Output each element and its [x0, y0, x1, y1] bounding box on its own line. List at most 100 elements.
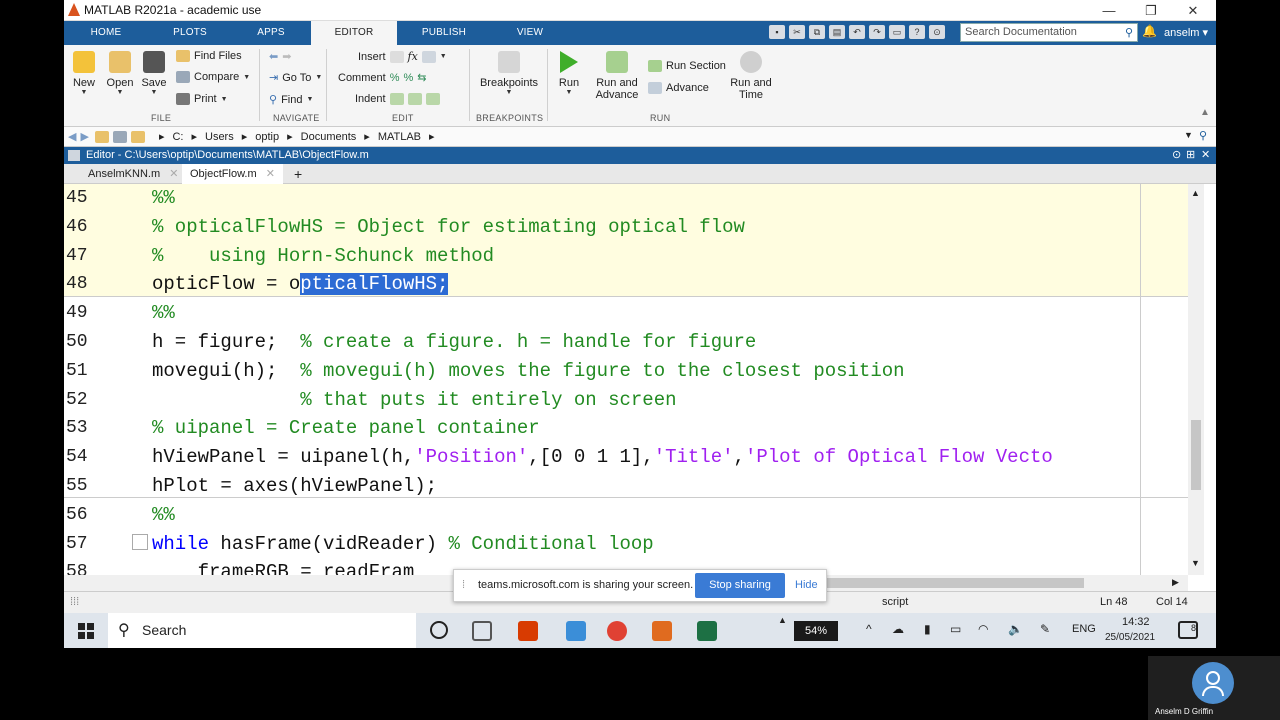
editor-actions-icon[interactable]: ⊙ [1172, 147, 1181, 164]
cut-icon[interactable]: ✂ [789, 25, 805, 39]
forward-arrow-icon[interactable]: ➡ [282, 50, 291, 63]
tab-anselmknn[interactable]: AnselmKNN.m ✕ [80, 164, 186, 184]
insert-more-icon[interactable] [421, 50, 436, 63]
tab-view[interactable]: VIEW [492, 21, 568, 45]
teams-icon[interactable] [566, 621, 586, 641]
maximize-editor-icon[interactable]: ⊞ [1186, 147, 1195, 164]
microphone-icon[interactable]: ▮ [924, 622, 931, 636]
scroll-up-icon[interactable]: ▲ [1191, 188, 1200, 198]
tab-plots[interactable]: PLOTS [152, 21, 228, 45]
chrome-icon[interactable] [607, 621, 627, 641]
save-button[interactable]: Save ▼ [140, 51, 168, 96]
search-folder-icon[interactable]: ⚲ [1199, 129, 1207, 142]
clock-date[interactable]: 25/05/2021 [1105, 632, 1155, 643]
cortana-icon[interactable] [430, 621, 448, 639]
windows-start-icon[interactable] [78, 623, 94, 639]
language-indicator[interactable]: ENG [1072, 623, 1096, 635]
collapse-ribbon-icon[interactable]: ▲ [1200, 107, 1210, 118]
close-tab-icon[interactable]: ✕ [169, 168, 178, 180]
wifi-icon[interactable]: ◠ [978, 622, 988, 636]
insert-button[interactable]: Insert fx ▼ [358, 50, 447, 63]
close-tab-icon[interactable]: ✕ [266, 168, 275, 180]
back-forward-arrows[interactable]: ⬅ ➡ [269, 50, 291, 63]
smart-indent-icon[interactable] [389, 93, 404, 105]
vertical-scrollbar-thumb[interactable] [1191, 420, 1201, 490]
search-icon[interactable]: ⚲ [1125, 25, 1133, 42]
fold-toggle-icon[interactable] [132, 534, 148, 550]
comment-percent-icon[interactable]: % [390, 72, 400, 84]
open-button[interactable]: Open ▼ [106, 51, 134, 96]
path-segment[interactable]: C: [172, 131, 183, 143]
office-icon[interactable] [518, 621, 538, 641]
forward-icon[interactable]: ▶ [80, 130, 88, 143]
tab-home[interactable]: HOME [72, 21, 140, 45]
battery-icon[interactable]: ▭ [950, 622, 961, 636]
switch-windows-icon[interactable]: ▭ [889, 25, 905, 39]
breakpoints-button[interactable]: Breakpoints ▼ [474, 51, 544, 96]
tab-apps[interactable]: APPS [238, 21, 304, 45]
save-icon[interactable]: ▪ [769, 25, 785, 39]
copy-icon[interactable]: ⧉ [809, 25, 825, 39]
run-section-button[interactable]: Run Section [648, 60, 726, 72]
tab-objectflow[interactable]: ObjectFlow.m ✕ [182, 164, 283, 184]
battery-indicator[interactable]: 54% [794, 621, 838, 641]
compare-button[interactable]: Compare ▼ [176, 71, 250, 83]
path-segment[interactable]: optip [255, 131, 279, 143]
run-button[interactable]: Run ▼ [552, 51, 586, 96]
pen-icon[interactable]: ✎ [1040, 622, 1050, 636]
drag-handle-icon[interactable]: ⁞ [462, 579, 465, 591]
onedrive-icon[interactable]: ☁ [892, 622, 904, 636]
paste-icon[interactable]: ▤ [829, 25, 845, 39]
find-button[interactable]: ⚲ Find ▼ [269, 93, 313, 107]
undo-icon[interactable]: ↶ [849, 25, 865, 39]
excel-icon[interactable] [697, 621, 717, 641]
scroll-down-icon[interactable]: ▼ [1191, 558, 1200, 568]
notification-center-icon[interactable]: 8 [1178, 621, 1198, 639]
increase-indent-icon[interactable] [407, 93, 422, 105]
run-and-advance-button[interactable]: Run and Advance [592, 51, 642, 101]
tab-publish[interactable]: PUBLISH [406, 21, 482, 45]
stop-sharing-button[interactable]: Stop sharing [695, 573, 785, 598]
uncomment-icon[interactable]: % [403, 72, 413, 84]
insert-section-icon[interactable] [389, 50, 404, 63]
volume-icon[interactable]: 🔈 [1008, 622, 1023, 636]
restore-button[interactable]: ❐ [1130, 0, 1172, 21]
back-icon[interactable]: ◀ [68, 130, 76, 143]
path-segment[interactable]: Documents [301, 131, 357, 143]
minimize-button[interactable]: — [1088, 0, 1130, 21]
user-account-menu[interactable]: anselm ▾ [1164, 21, 1208, 45]
code-editor[interactable]: 45%% 46 % opticalFlowHS = Object for estim… [64, 184, 1188, 575]
new-tab-plus-icon[interactable]: + [286, 164, 310, 184]
clock-time[interactable]: 14:32 [1122, 616, 1150, 628]
tray-expand-icon[interactable]: ^ [866, 622, 872, 636]
task-view-icon[interactable] [472, 621, 492, 641]
comment-button[interactable]: Comment%% ⇆ [338, 71, 426, 85]
print-button[interactable]: Print ▼ [176, 93, 228, 105]
scroll-right-icon[interactable]: ▶ [1172, 577, 1179, 588]
find-files-button[interactable]: Find Files [176, 50, 242, 62]
function-fx-icon[interactable]: fx [408, 50, 418, 63]
show-hidden-up-icon[interactable]: ▲ [778, 615, 787, 625]
settings-icon[interactable]: ⊙ [929, 25, 945, 39]
path-segment[interactable]: MATLAB [378, 131, 421, 143]
help-icon[interactable]: ? [909, 25, 925, 39]
path-dropdown-icon[interactable]: ▼ [1184, 130, 1193, 140]
matlab-taskbar-icon[interactable] [652, 621, 672, 641]
wrap-comments-icon[interactable]: ⇆ [417, 71, 426, 84]
hide-banner-link[interactable]: Hide [795, 579, 818, 591]
search-documentation-input[interactable]: Search Documentation ⚲ [960, 23, 1138, 42]
close-editor-icon[interactable]: ✕ [1201, 147, 1210, 164]
advance-button[interactable]: Advance [648, 82, 709, 94]
notification-bell-icon[interactable]: 🔔 [1142, 24, 1157, 38]
run-and-time-button[interactable]: Run and Time [728, 51, 774, 101]
path-segment[interactable]: Users [205, 131, 234, 143]
indent-button[interactable]: Indent [355, 93, 440, 105]
back-arrow-icon[interactable]: ⬅ [269, 50, 278, 63]
up-folder-icon[interactable] [94, 130, 109, 143]
vertical-scrollbar[interactable]: ▲ ▼ [1188, 184, 1204, 575]
browse-folder-icon[interactable] [112, 130, 127, 143]
taskbar-search-box[interactable]: ⚲ Search [108, 613, 416, 648]
new-button[interactable]: New ▼ [70, 51, 98, 96]
decrease-indent-icon[interactable] [425, 93, 440, 105]
close-button[interactable]: ✕ [1172, 0, 1214, 21]
